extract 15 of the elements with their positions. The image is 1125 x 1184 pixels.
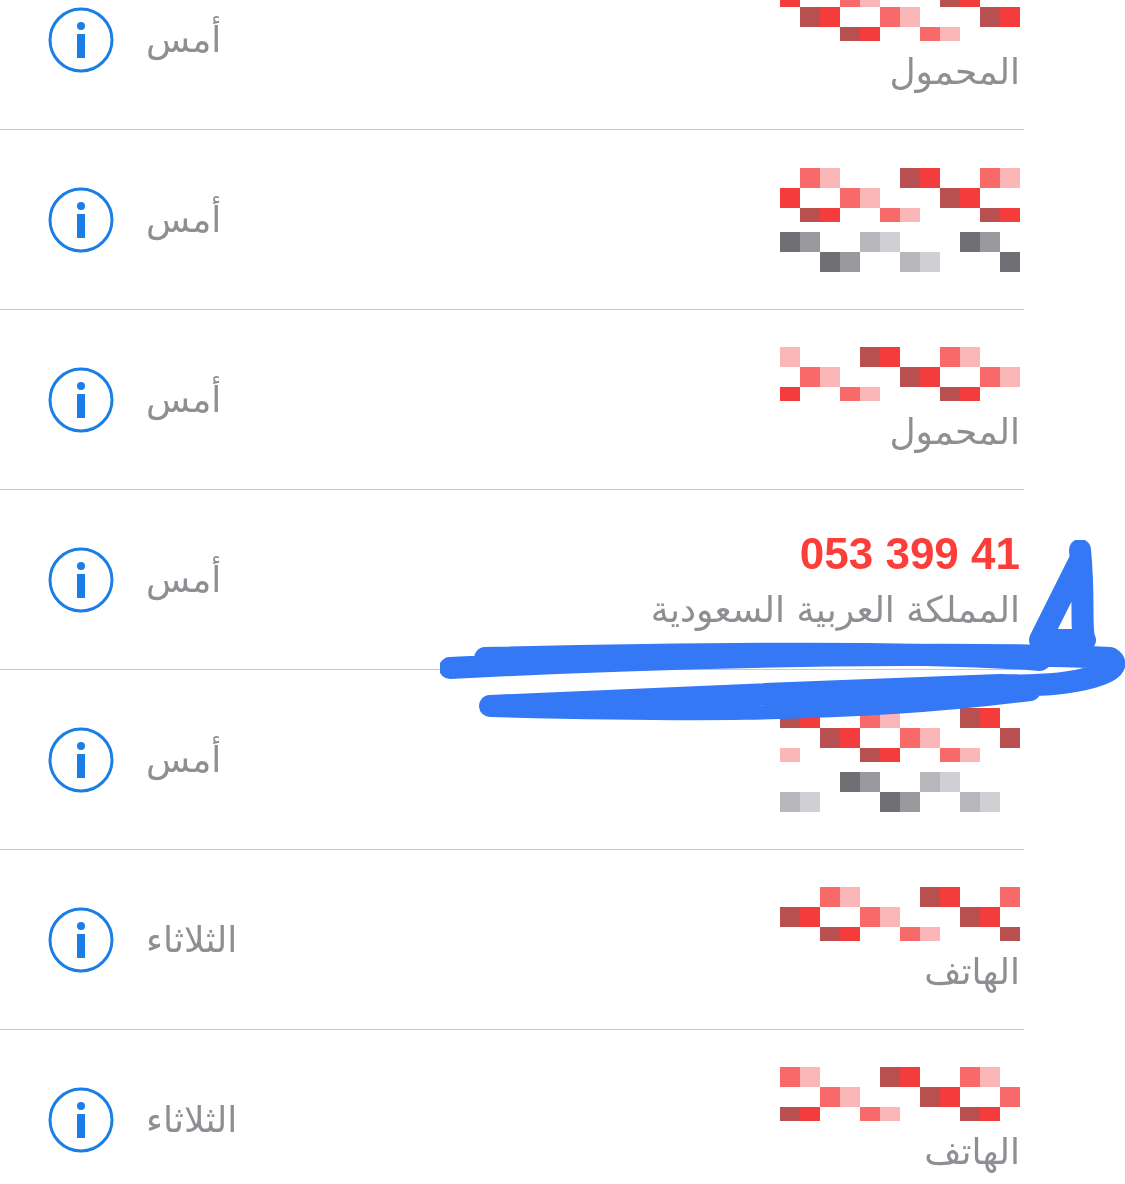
call-type-label: المحمول (889, 51, 1020, 92)
call-type-label: الهاتف (924, 951, 1020, 992)
info-icon[interactable] (48, 1086, 114, 1153)
info-icon[interactable] (48, 726, 114, 793)
info-icon[interactable] (48, 6, 114, 73)
call-time: الثلاثاء (146, 1099, 238, 1140)
call-type-label: الهاتف (924, 1131, 1020, 1172)
call-type-label: المحمول (889, 411, 1020, 452)
caller-number: 053 399 41 (799, 529, 1020, 579)
info-icon[interactable] (48, 366, 114, 433)
call-time: الثلاثاء (146, 919, 238, 960)
info-icon[interactable] (48, 906, 114, 973)
call-type-label: المملكة العربية السعودية (650, 589, 1020, 630)
info-icon[interactable] (48, 186, 114, 253)
info-icon[interactable] (48, 546, 114, 613)
